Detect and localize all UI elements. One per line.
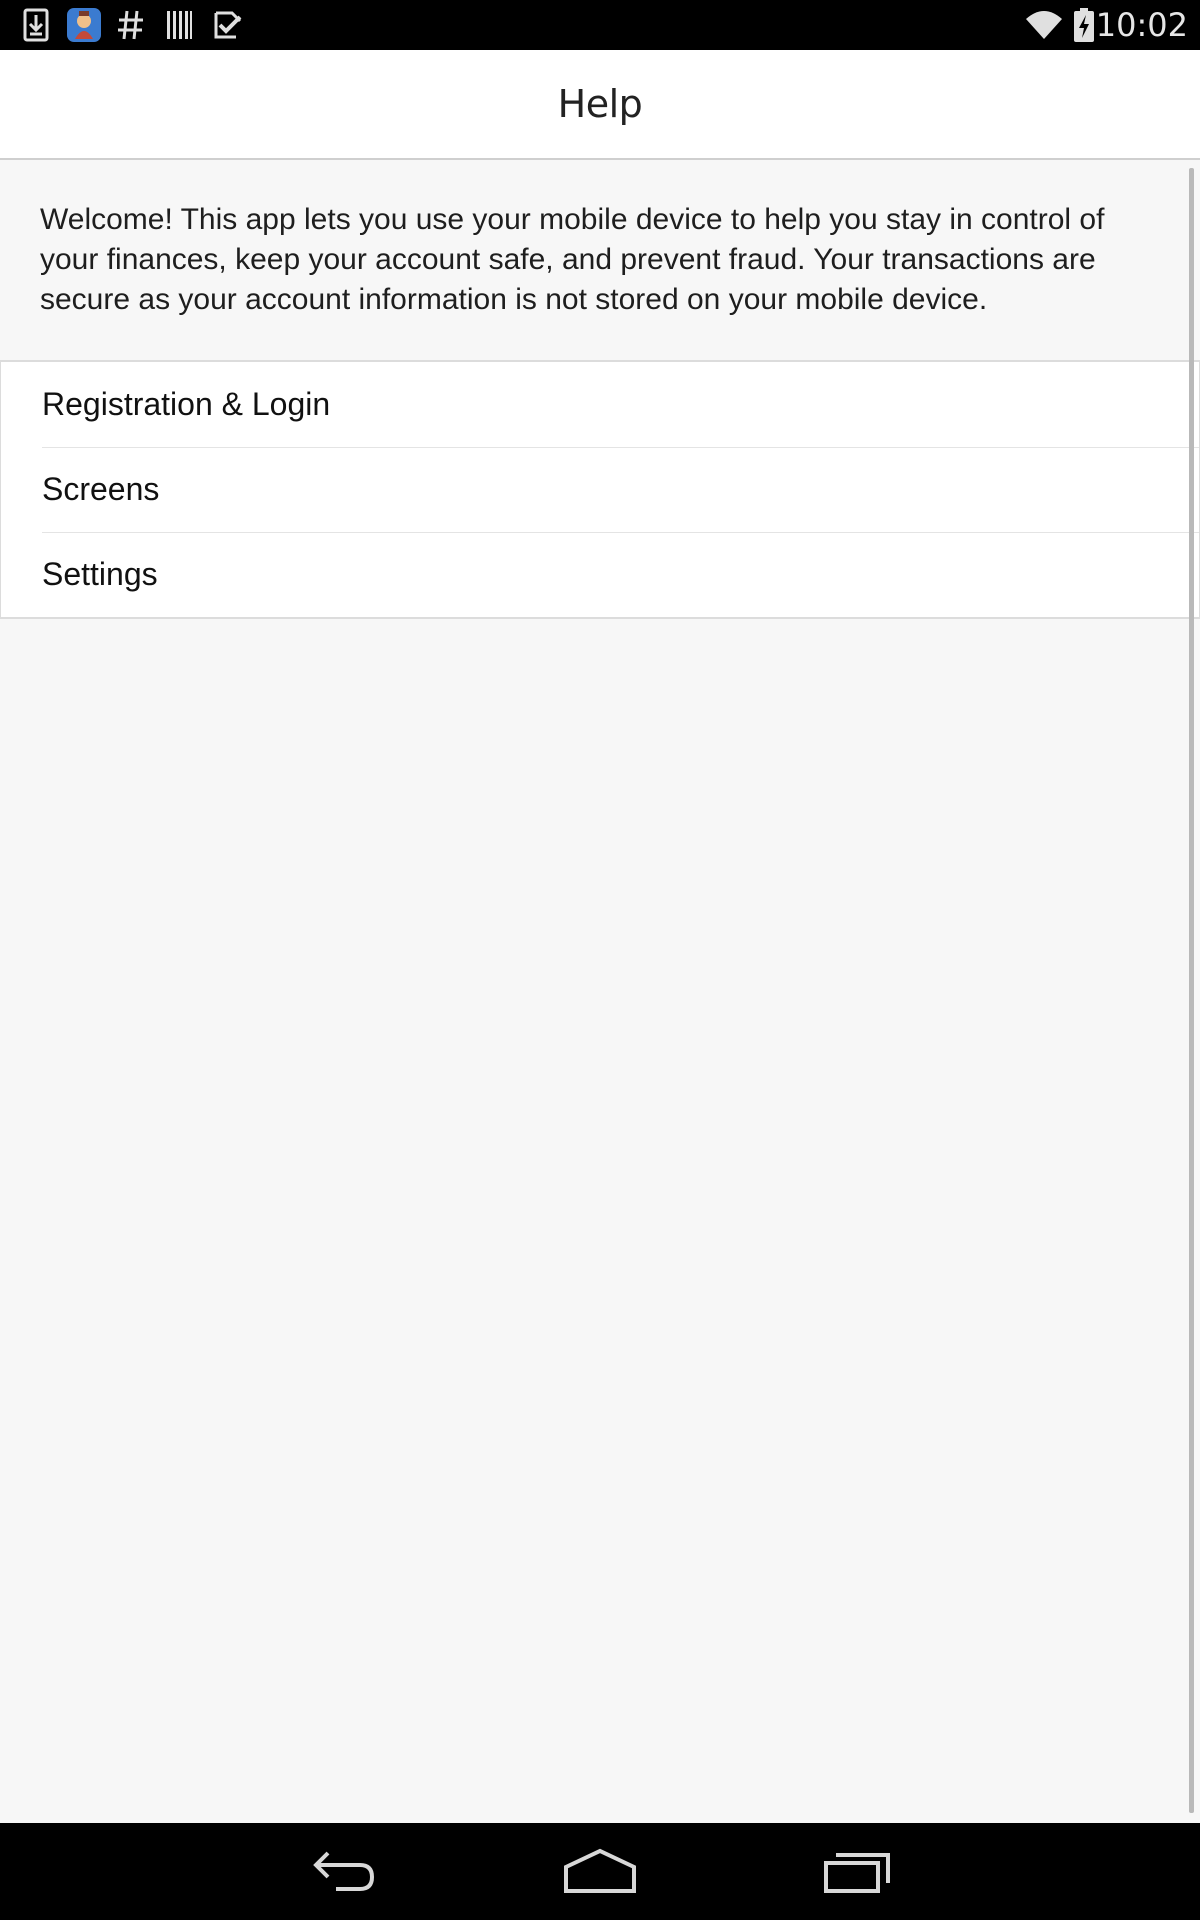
help-topic-settings[interactable]: Settings [1, 532, 1199, 617]
welcome-text: Welcome! This app lets you use your mobi… [40, 203, 1105, 316]
battery-charging-icon [1074, 8, 1094, 42]
scrollbar[interactable] [1189, 168, 1194, 1813]
page-title: Help [557, 82, 643, 126]
back-icon[interactable] [308, 1845, 378, 1897]
app-header: Help [0, 50, 1200, 160]
task-check-icon [214, 11, 242, 39]
barcode-icon [167, 11, 192, 39]
navigation-bar [0, 1823, 1200, 1920]
status-bar: 10:02 [0, 0, 1200, 50]
help-topic-registration-login[interactable]: Registration & Login [1, 362, 1199, 447]
help-content: Welcome! This app lets you use your mobi… [0, 160, 1200, 1823]
status-time: 10:02 [1095, 6, 1188, 44]
download-icon [23, 8, 49, 42]
hashtag-icon [118, 10, 143, 40]
home-icon[interactable] [562, 1845, 638, 1897]
recent-apps-icon[interactable] [822, 1845, 892, 1897]
help-topic-screens[interactable]: Screens [1, 447, 1199, 532]
wifi-icon [1026, 11, 1062, 39]
app-notification-icon [67, 8, 101, 42]
help-topics-list: Registration & Login Screens Settings [0, 360, 1200, 619]
